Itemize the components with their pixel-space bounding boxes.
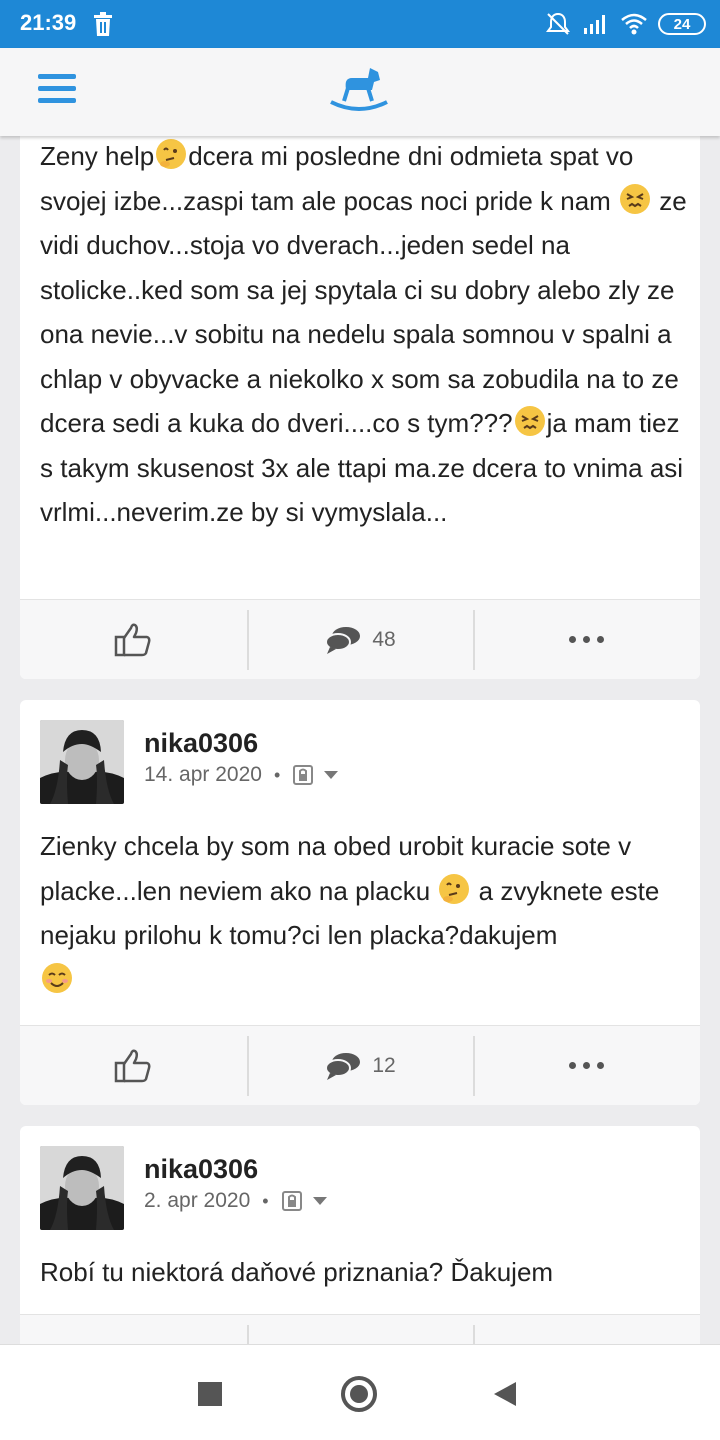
avatar-image [40,1146,124,1230]
separator-dot: • [273,764,281,785]
post-actions: 12 [20,1025,700,1105]
avatar-image [40,720,124,804]
separator-dot: • [262,1190,269,1211]
post-text: Robí tu niektorá daňové priznania? Ďakuj… [40,1257,554,1287]
more-options-button[interactable] [473,600,700,679]
like-button[interactable] [20,600,247,679]
smiling-face-emoji [42,962,72,993]
system-nav-bar [0,1344,720,1440]
persevering-face-emoji [620,183,651,214]
thumbs-up-icon [115,623,151,656]
comments-icon [325,1052,361,1080]
signal-icon [584,15,605,34]
status-time: 21:39 [20,10,77,35]
wifi-icon [621,13,647,35]
post-text: Zienky chcela by som na obed urobit kura… [40,824,690,1002]
comments-icon [325,626,361,654]
avatar[interactable] [40,1146,124,1230]
like-button[interactable] [20,1026,247,1105]
post-text: Zeny help dcera mi posledne dni odmieta s… [40,134,690,535]
comment-count: 48 [372,627,396,651]
post-date: 2. apr 2020 [144,1189,251,1212]
trash-icon [94,12,112,36]
privacy-dropdown-icon[interactable] [312,1197,327,1205]
recent-apps-icon[interactable] [198,1382,222,1406]
post-card: nika0306 14. apr 2020 • Zienky chcela by… [20,700,700,1105]
status-bar: 21:39 24 [0,0,720,48]
more-dots-icon [569,1062,605,1069]
rocking-horse-logo[interactable] [328,64,390,114]
more-dots-icon [569,636,605,643]
lock-icon[interactable] [281,1190,303,1212]
author-username[interactable]: nika0306 [144,728,338,759]
comments-button[interactable]: 12 [246,1026,474,1105]
post-card: Zeny help dcera mi posledne dni odmieta s… [20,100,700,679]
more-options-button[interactable] [473,1026,700,1105]
thinking-face-emoji [156,139,187,169]
avatar[interactable] [40,720,124,804]
author-username[interactable]: nika0306 [144,1154,327,1185]
app-bar [0,48,720,136]
persevering-face-emoji [514,406,545,436]
post-date: 14. apr 2020 [144,763,262,786]
hamburger-menu-icon[interactable] [38,74,76,108]
thinking-face-emoji [439,873,470,904]
comments-button[interactable]: 48 [246,600,474,679]
privacy-dropdown-icon[interactable] [324,771,339,779]
post-author[interactable]: nika0306 14. apr 2020 • [40,720,339,804]
lock-icon[interactable] [292,764,314,786]
home-icon[interactable] [341,1376,377,1412]
comment-count: 12 [372,1053,396,1077]
post-actions: 48 [20,599,700,679]
post-author[interactable]: nika0306 2. apr 2020 • [40,1146,327,1230]
battery-icon: 24 [658,13,706,35]
back-icon[interactable] [494,1382,516,1406]
thumbs-up-icon [115,1049,151,1082]
bell-muted-icon [546,12,570,35]
